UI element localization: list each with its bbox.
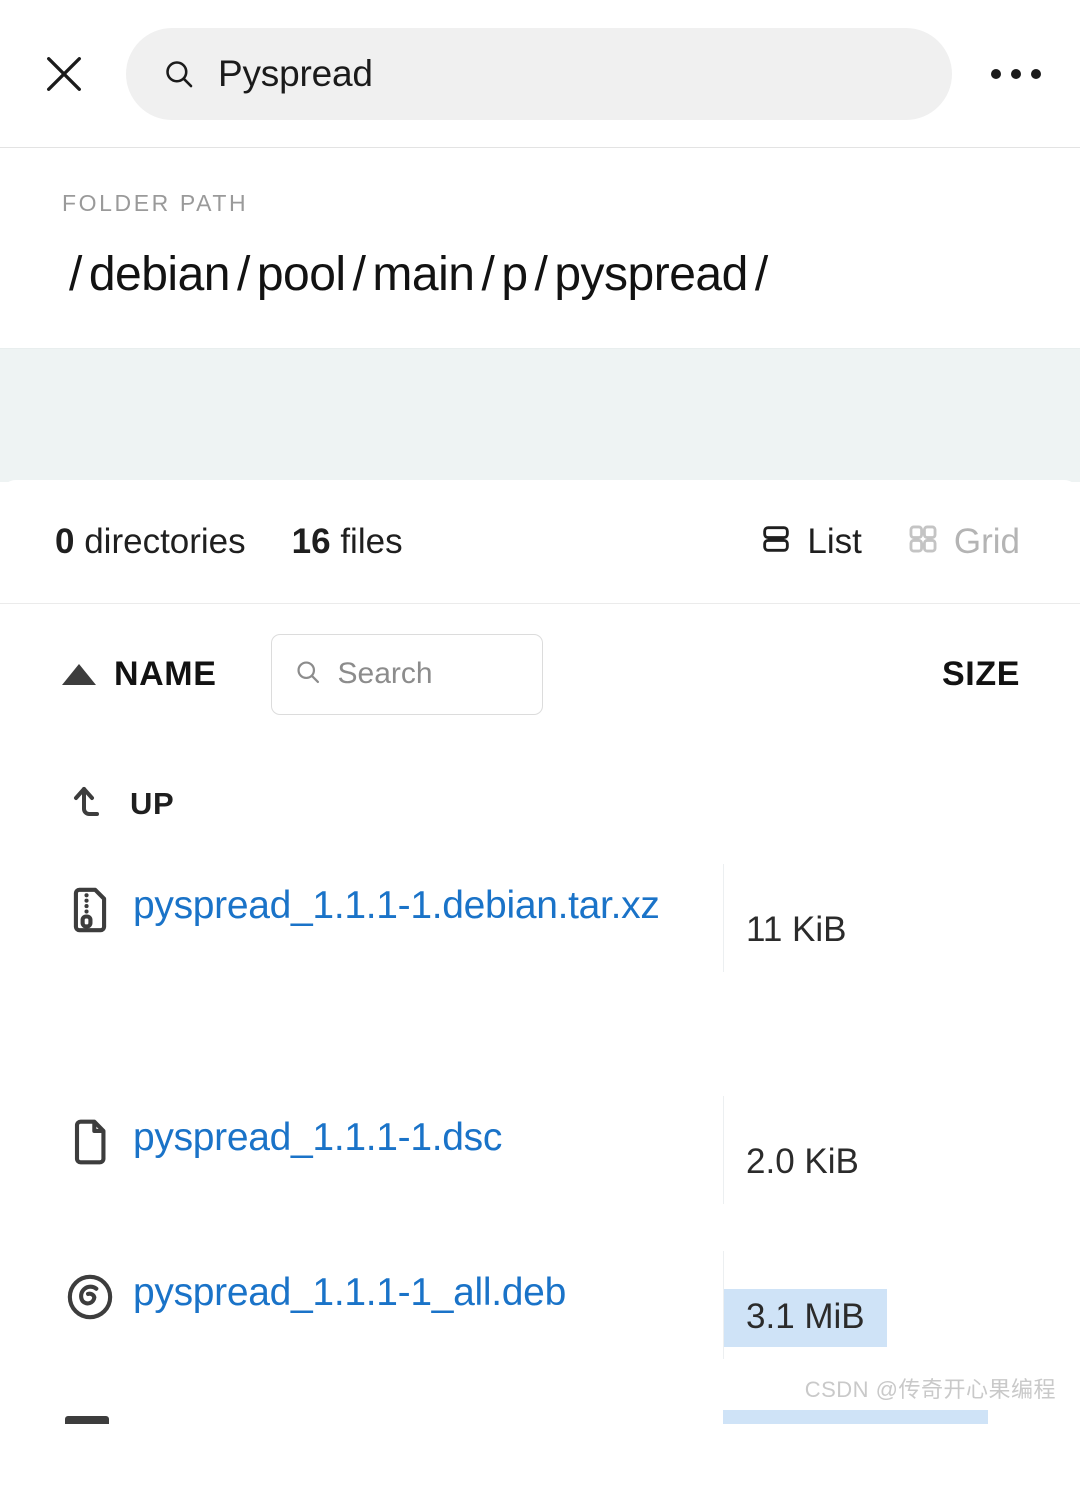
file-count-value: 16 xyxy=(291,521,331,561)
file-size-cell: 11 KiB xyxy=(723,864,1080,972)
breadcrumb-segment-debian[interactable]: debian xyxy=(89,248,231,301)
view-toggle-grid[interactable]: Grid xyxy=(906,522,1020,562)
breadcrumb-separator: / xyxy=(754,248,768,301)
close-icon[interactable] xyxy=(32,42,96,106)
file-name-cell: pyspread_1.1.1-1.dsc xyxy=(62,1096,723,1170)
sort-ascending-icon[interactable] xyxy=(62,663,96,685)
breadcrumb: FOLDER PATH / debian / pool / main / p / pyspread… xyxy=(0,148,1080,348)
file-filter-placeholder: Search xyxy=(337,657,433,690)
search-input[interactable]: Pyspread xyxy=(126,27,952,120)
top-search-bar: Pyspread xyxy=(0,0,1080,148)
file-size-cell: 3.1 MiB xyxy=(723,1251,1080,1359)
file-count-unit: files xyxy=(340,521,403,561)
view-toggle-grid-label: Grid xyxy=(953,521,1020,561)
column-header-name[interactable]: NAME xyxy=(114,655,217,694)
breadcrumb-separator: / xyxy=(236,248,250,301)
archive-zip-icon xyxy=(62,882,118,938)
debian-package-icon xyxy=(62,1269,118,1325)
arrow-turn-up-icon xyxy=(62,778,110,831)
file-name-cell: pyspread_1.1.1-1_all.deb xyxy=(62,1251,723,1325)
overflow-dot xyxy=(1031,68,1041,79)
file-size-cell: 2.0 KiB xyxy=(723,1096,1080,1204)
breadcrumb-segment-pyspread[interactable]: pyspread xyxy=(554,248,748,301)
file-size-value: 2.0 KiB xyxy=(746,1142,859,1181)
directory-count: 0 directories xyxy=(55,522,246,562)
breadcrumb-separator: / xyxy=(352,248,366,301)
table-header-row: NAME Search SIZE xyxy=(0,604,1080,744)
more-horizontal-icon[interactable] xyxy=(980,42,1052,106)
overflow-dot xyxy=(1011,68,1021,79)
grid-view-icon xyxy=(906,522,940,561)
file-count: 16 files xyxy=(292,522,403,562)
file-icon-partial xyxy=(65,1416,109,1424)
file-name-cell: pyspread_1.1.1-1.debian.tar.xz xyxy=(62,864,723,938)
folder-path-label: FOLDER PATH xyxy=(62,190,249,216)
breadcrumb-segment-p[interactable]: p xyxy=(501,248,528,301)
breadcrumb-segment-main[interactable]: main xyxy=(372,248,475,301)
search-icon xyxy=(162,57,196,91)
document-file-icon xyxy=(62,1114,118,1170)
folder-path-value: / debian / pool / main / p / pyspread / xyxy=(62,247,1080,302)
breadcrumb-separator: / xyxy=(69,248,82,301)
breadcrumb-segment-pool[interactable]: pool xyxy=(257,248,346,301)
file-link[interactable]: pyspread_1.1.1-1.dsc xyxy=(133,1114,502,1162)
up-directory-label: UP xyxy=(130,786,175,821)
file-size-highlight-partial xyxy=(723,1410,988,1424)
up-directory-row[interactable]: UP xyxy=(0,744,1080,864)
search-icon xyxy=(294,658,322,691)
file-link[interactable]: pyspread_1.1.1-1.debian.tar.xz xyxy=(133,882,660,930)
search-query-text: Pyspread xyxy=(218,52,373,94)
column-header-size[interactable]: SIZE xyxy=(942,655,1020,694)
directory-count-value: 0 xyxy=(55,521,75,561)
table-row[interactable]: pyspread_1.1.1-1.debian.tar.xz 11 KiB xyxy=(0,864,1080,1096)
file-size-value: 11 KiB xyxy=(746,910,847,949)
directory-count-unit: directories xyxy=(84,521,246,561)
view-toggle-list[interactable]: List xyxy=(759,521,862,562)
view-toggle-group: List Grid xyxy=(715,522,1020,562)
table-row[interactable]: pyspread_1.1.1-1.dsc 2.0 KiB xyxy=(0,1096,1080,1251)
table-row[interactable]: pyspread_1.1.1-1_all.deb 3.1 MiB xyxy=(0,1251,1080,1406)
view-toggle-list-label: List xyxy=(807,521,862,561)
list-view-icon xyxy=(759,522,793,561)
stats-row: 0 directories 16 files List Grid xyxy=(0,480,1080,604)
file-browser-card: 0 directories 16 files List Grid NAME Se… xyxy=(0,480,1080,1424)
overflow-dot xyxy=(991,68,1001,79)
breadcrumb-separator: / xyxy=(481,248,495,301)
file-size-value: 3.1 MiB xyxy=(724,1289,887,1347)
file-link[interactable]: pyspread_1.1.1-1_all.deb xyxy=(133,1269,566,1317)
file-filter-search-input[interactable]: Search xyxy=(270,633,543,715)
table-row-partial[interactable] xyxy=(0,1406,1080,1424)
breadcrumb-separator: / xyxy=(534,248,548,301)
section-spacer-band xyxy=(0,348,1080,482)
